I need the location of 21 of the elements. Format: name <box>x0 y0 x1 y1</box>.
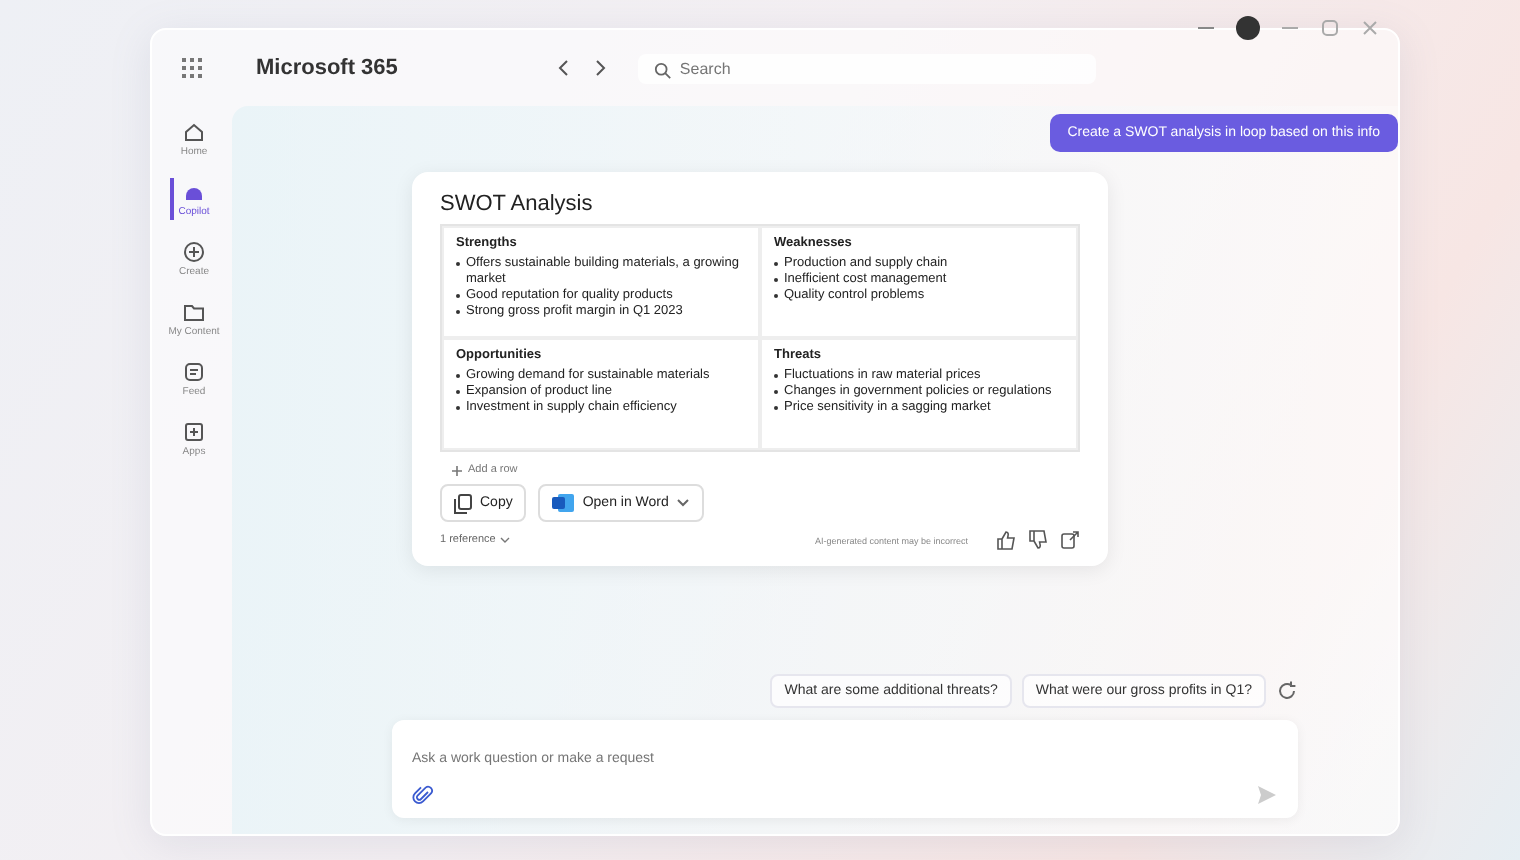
thumbs-up-icon[interactable] <box>996 530 1016 550</box>
app-launcher-icon[interactable] <box>180 56 204 80</box>
thumbs-down-icon[interactable] <box>1028 530 1048 550</box>
feed-icon <box>182 360 206 384</box>
back-icon[interactable] <box>553 58 574 78</box>
folder-icon <box>181 300 206 324</box>
plus-icon <box>452 465 462 475</box>
chevron-down-icon <box>676 498 691 508</box>
apps-icon <box>182 420 206 444</box>
word-logo-icon <box>552 492 575 514</box>
share-icon[interactable] <box>1060 530 1080 550</box>
copy-icon <box>454 493 472 513</box>
refresh-icon[interactable] <box>1276 680 1298 702</box>
app-name: Microsoft 365 <box>256 56 398 80</box>
home-icon <box>182 120 206 144</box>
search-field[interactable]: Search <box>637 53 1096 83</box>
plus-circle-icon <box>181 240 206 264</box>
paperclip-icon[interactable] <box>412 784 434 806</box>
avatar[interactable] <box>1236 16 1260 40</box>
chevron-down-icon <box>499 536 510 544</box>
response-title: SWOT Analysis <box>440 192 595 216</box>
